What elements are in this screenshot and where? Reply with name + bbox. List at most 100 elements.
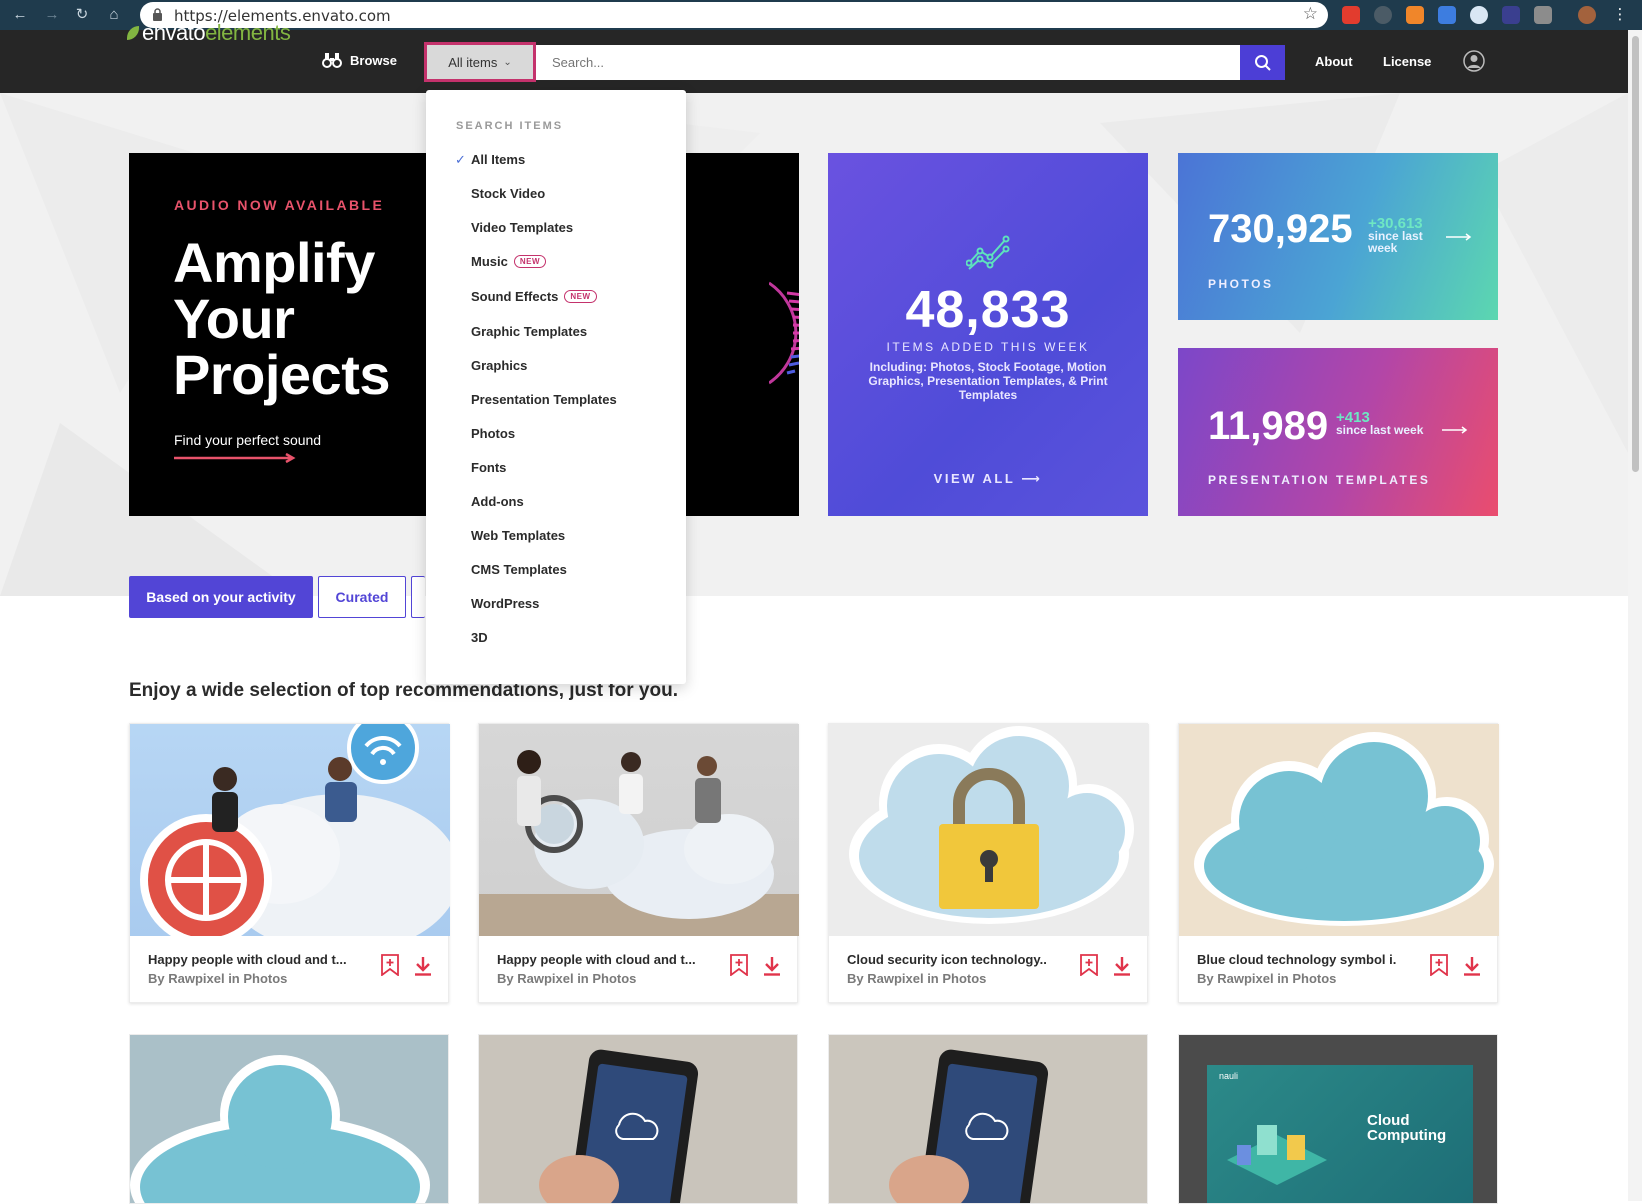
leaf-icon [127, 26, 139, 40]
photos-label: PHOTOS [1208, 277, 1274, 291]
dropdown-item-add-ons[interactable]: Add-ons [471, 494, 524, 509]
bookmark-star-icon[interactable]: ☆ [1303, 4, 1318, 24]
item-title[interactable]: Happy people with cloud and t... [497, 952, 697, 967]
item-title[interactable]: Happy people with cloud and t... [148, 952, 348, 967]
item-byline[interactable]: By Rawpixel in Photos [497, 971, 636, 986]
extension-icon[interactable] [1406, 6, 1424, 24]
dropdown-item-fonts[interactable]: Fonts [471, 460, 506, 475]
phone-cloud-photo [829, 1035, 1147, 1203]
download-icon[interactable] [413, 956, 433, 976]
checkmark-icon: ✓ [455, 152, 466, 167]
extension-icon[interactable] [1374, 6, 1392, 24]
dropdown-item-label: Web Templates [471, 528, 566, 543]
item-thumbnail[interactable] [479, 724, 799, 936]
dropdown-item-3d[interactable]: 3D [471, 630, 488, 645]
extension-icon[interactable] [1534, 6, 1552, 24]
home-icon[interactable]: ⌂ [104, 5, 124, 25]
dropdown-item-label: All Items [471, 152, 526, 167]
scrollbar-thumb[interactable] [1632, 36, 1639, 472]
item-card[interactable] [129, 1034, 449, 1204]
about-link[interactable]: About [1315, 54, 1353, 69]
tab-hidden[interactable] [411, 576, 425, 618]
forward-arrow-icon[interactable]: → [42, 5, 62, 25]
dropdown-item-graphics[interactable]: Graphics [471, 358, 527, 373]
download-icon[interactable] [762, 956, 782, 976]
item-thumbnail[interactable] [130, 724, 450, 936]
user-account-icon[interactable] [1463, 50, 1485, 72]
presentation-templates-stat-card[interactable]: 11,989 +413 since last week PRESENTATION… [1178, 348, 1498, 516]
website-template-preview: nauli Cloud Computing [1207, 1065, 1473, 1203]
item-byline[interactable]: By Rawpixel in Photos [847, 971, 986, 986]
menu-kebab-icon[interactable]: ⋮ [1610, 5, 1630, 25]
extension-icon[interactable] [1342, 6, 1360, 24]
category-filter-label: All items [448, 54, 498, 70]
search-icon [1254, 54, 1271, 71]
extension-icon[interactable] [1470, 6, 1488, 24]
dropdown-item-label: CMS Templates [471, 562, 567, 577]
bookmark-add-icon[interactable] [730, 954, 748, 976]
item-title[interactable]: Blue cloud technology symbol i... [1197, 952, 1397, 967]
logo-text-envato: envato [142, 20, 206, 45]
photos-stat-card[interactable]: 730,925 +30,613 since last week PHOTOS [1178, 153, 1498, 320]
view-all-link[interactable]: VIEW ALL ⟶ [828, 471, 1148, 487]
dropdown-item-cms-templates[interactable]: CMS Templates [471, 562, 567, 577]
dropdown-item-presentation-templates[interactable]: Presentation Templates [471, 392, 617, 407]
tab-based-on-activity[interactable]: Based on your activity [129, 576, 313, 618]
dropdown-item-label: Add-ons [471, 494, 524, 509]
item-thumbnail[interactable] [829, 724, 1149, 936]
dropdown-item-music[interactable]: Music NEW [471, 254, 547, 269]
item-byline[interactable]: By Rawpixel in Photos [148, 971, 287, 986]
blue-cloud-photo [130, 1055, 430, 1203]
dropdown-item-stock-video[interactable]: Stock Video [471, 186, 545, 201]
address-bar[interactable]: https://elements.envato.com ☆ [140, 2, 1328, 28]
item-card[interactable]: Cloud security icon technology... By Raw… [828, 723, 1149, 1003]
reload-icon[interactable]: ↻ [72, 5, 92, 25]
items-added-card[interactable]: 48,833 ITEMS ADDED THIS WEEK Including: … [828, 153, 1148, 516]
item-card[interactable] [828, 1034, 1148, 1204]
bookmark-add-icon[interactable] [1080, 954, 1098, 976]
browse-menu[interactable]: Browse [322, 52, 397, 68]
dropdown-item-label: Graphic Templates [471, 324, 588, 339]
dropdown-item-label: Stock Video [471, 186, 546, 201]
item-card[interactable]: nauli Cloud Computing [1178, 1034, 1498, 1204]
cloud-people-photo [140, 724, 450, 936]
promo-kicker: AUDIO NOW AVAILABLE [174, 197, 385, 213]
download-icon[interactable] [1462, 956, 1482, 976]
sound-wave-graphic [769, 281, 799, 385]
item-card[interactable] [478, 1034, 798, 1204]
bookmark-add-icon[interactable] [381, 954, 399, 976]
presentation-since-label: since last week [1336, 423, 1424, 437]
dropdown-item-all-items[interactable]: All Items [471, 152, 525, 167]
blue-cloud-photo [1194, 732, 1494, 926]
search-button[interactable] [1240, 45, 1285, 80]
envato-logo[interactable]: envato elements [127, 20, 291, 46]
item-title[interactable]: Cloud security icon technology... [847, 952, 1047, 967]
dropdown-item-video-templates[interactable]: Video Templates [471, 220, 573, 235]
presentation-label: PRESENTATION TEMPLATES [1208, 473, 1431, 487]
extension-icon[interactable] [1502, 6, 1520, 24]
browse-label: Browse [350, 52, 397, 68]
translate-extension-icon[interactable] [1438, 6, 1456, 24]
category-filter-button[interactable]: All items ⌄ [424, 42, 536, 82]
download-icon[interactable] [1112, 956, 1132, 976]
license-link[interactable]: License [1383, 54, 1431, 69]
tab-curated[interactable]: Curated [318, 576, 406, 618]
item-card[interactable]: Happy people with cloud and t... By Rawp… [478, 723, 799, 1003]
dropdown-item-photos[interactable]: Photos [471, 426, 515, 441]
item-thumbnail[interactable] [1179, 724, 1499, 936]
dropdown-item-wordpress[interactable]: WordPress [471, 596, 539, 611]
dropdown-item-graphic-templates[interactable]: Graphic Templates [471, 324, 587, 339]
arrow-right-icon [174, 453, 296, 463]
dropdown-item-label: Music [471, 254, 508, 269]
item-byline[interactable]: By Rawpixel in Photos [1197, 971, 1336, 986]
search-input[interactable] [536, 45, 1241, 80]
item-card[interactable]: Happy people with cloud and t... By Rawp… [129, 723, 450, 1003]
item-card[interactable]: Blue cloud technology symbol i... By Raw… [1178, 723, 1499, 1003]
photos-since-label: since last week [1368, 229, 1423, 255]
back-arrow-icon[interactable]: ← [10, 5, 30, 25]
profile-avatar[interactable] [1578, 6, 1596, 24]
arrow-right-icon: ⟶ [1021, 471, 1043, 486]
bookmark-add-icon[interactable] [1430, 954, 1448, 976]
dropdown-item-sound-effects[interactable]: Sound Effects NEW [471, 289, 597, 304]
dropdown-item-web-templates[interactable]: Web Templates [471, 528, 565, 543]
